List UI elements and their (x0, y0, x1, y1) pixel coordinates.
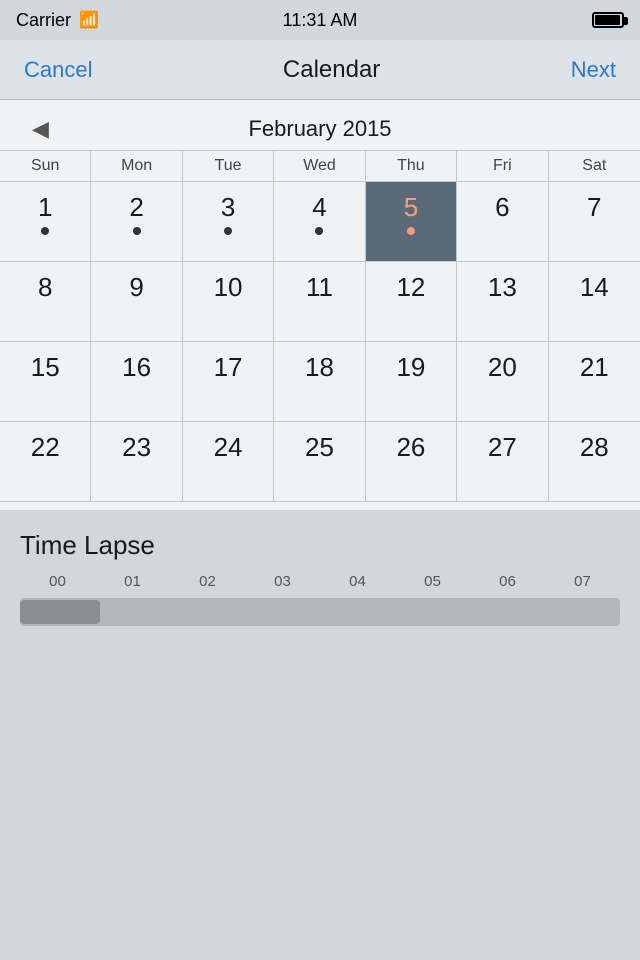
calendar-day[interactable]: 17 (183, 342, 274, 422)
day-header: Tue (183, 151, 274, 181)
day-number: 7 (587, 192, 601, 223)
day-number: 25 (305, 432, 334, 463)
time-scrollbar-thumb[interactable] (20, 600, 100, 624)
bottom-area: Time Lapse 0001020304050607 (0, 510, 640, 626)
day-header: Thu (366, 151, 457, 181)
calendar-day[interactable]: 20 (457, 342, 548, 422)
day-number: 12 (396, 272, 425, 303)
calendar-day[interactable]: 4 (274, 182, 365, 262)
day-number: 20 (488, 352, 517, 383)
time-ruler: 0001020304050607 (20, 573, 620, 590)
day-number: 4 (312, 192, 326, 223)
time-lapse-label: Time Lapse (20, 530, 620, 561)
event-dot (315, 227, 323, 235)
time-tick: 04 (320, 573, 395, 590)
calendar-day[interactable]: 14 (549, 262, 640, 342)
day-number: 2 (129, 192, 143, 223)
day-headers: SunMonTueWedThuFriSat (0, 150, 640, 182)
event-dot (133, 227, 141, 235)
day-number: 19 (396, 352, 425, 383)
month-header: ◀ February 2015 (0, 100, 640, 150)
event-dot (224, 227, 232, 235)
day-header: Fri (457, 151, 548, 181)
day-header: Mon (91, 151, 182, 181)
next-button[interactable]: Next (567, 51, 620, 89)
time-tick: 02 (170, 573, 245, 590)
calendar-day[interactable]: 27 (457, 422, 548, 502)
day-header: Sun (0, 151, 91, 181)
calendar-day[interactable]: 24 (183, 422, 274, 502)
wifi-icon: 📶 (79, 10, 99, 30)
calendar-day[interactable]: 10 (183, 262, 274, 342)
carrier-label: Carrier (16, 10, 71, 31)
cancel-button[interactable]: Cancel (20, 51, 96, 89)
calendar-day[interactable]: 7 (549, 182, 640, 262)
day-number: 26 (396, 432, 425, 463)
time-tick: 01 (95, 573, 170, 590)
status-time: 11:31 AM (283, 10, 358, 31)
day-number: 27 (488, 432, 517, 463)
time-tick: 03 (245, 573, 320, 590)
day-number: 16 (122, 352, 151, 383)
calendar-day[interactable]: 25 (274, 422, 365, 502)
day-number: 28 (580, 432, 609, 463)
calendar-day[interactable]: 12 (366, 262, 457, 342)
time-tick: 07 (545, 573, 620, 590)
day-header: Wed (274, 151, 365, 181)
day-number: 8 (38, 272, 52, 303)
day-number: 13 (488, 272, 517, 303)
calendar-day[interactable]: 9 (91, 262, 182, 342)
calendar-day[interactable]: 15 (0, 342, 91, 422)
calendar-day[interactable]: 23 (91, 422, 182, 502)
day-number: 14 (580, 272, 609, 303)
calendar-day[interactable]: 1 (0, 182, 91, 262)
calendar-day[interactable]: 3 (183, 182, 274, 262)
calendar-day[interactable]: 6 (457, 182, 548, 262)
day-number: 9 (129, 272, 143, 303)
month-title: February 2015 (248, 116, 391, 142)
day-number: 21 (580, 352, 609, 383)
day-number: 11 (306, 272, 333, 303)
day-number: 6 (495, 192, 509, 223)
day-number: 22 (31, 432, 60, 463)
calendar-day[interactable]: 21 (549, 342, 640, 422)
day-number: 3 (221, 192, 235, 223)
page-title: Calendar (283, 56, 380, 84)
calendar-day[interactable]: 2 (91, 182, 182, 262)
calendar-day[interactable]: 28 (549, 422, 640, 502)
calendar-day[interactable]: 5 (366, 182, 457, 262)
calendar-day[interactable]: 18 (274, 342, 365, 422)
prev-month-button[interactable]: ◀ (24, 112, 57, 146)
calendar-day[interactable]: 13 (457, 262, 548, 342)
day-number: 5 (404, 192, 418, 223)
calendar-day[interactable]: 16 (91, 342, 182, 422)
status-left: Carrier 📶 (16, 10, 99, 31)
day-number: 17 (214, 352, 243, 383)
status-bar: Carrier 📶 11:31 AM (0, 0, 640, 40)
calendar: ◀ February 2015 SunMonTueWedThuFriSat 12… (0, 100, 640, 510)
calendar-day[interactable]: 22 (0, 422, 91, 502)
calendar-day[interactable]: 19 (366, 342, 457, 422)
calendar-grid: 1234567891011121314151617181920212223242… (0, 182, 640, 502)
day-number: 18 (305, 352, 334, 383)
nav-bar: Cancel Calendar Next (0, 40, 640, 100)
day-number: 24 (214, 432, 243, 463)
day-number: 1 (38, 192, 52, 223)
day-number: 23 (122, 432, 151, 463)
time-tick: 00 (20, 573, 95, 590)
event-dot (41, 227, 49, 235)
time-tick: 06 (470, 573, 545, 590)
day-header: Sat (549, 151, 640, 181)
day-number: 15 (31, 352, 60, 383)
time-scrollbar-track[interactable] (20, 598, 620, 626)
event-dot (407, 227, 415, 235)
calendar-day[interactable]: 26 (366, 422, 457, 502)
calendar-day[interactable]: 11 (274, 262, 365, 342)
time-tick: 05 (395, 573, 470, 590)
battery-icon (592, 12, 624, 28)
calendar-day[interactable]: 8 (0, 262, 91, 342)
day-number: 10 (214, 272, 243, 303)
